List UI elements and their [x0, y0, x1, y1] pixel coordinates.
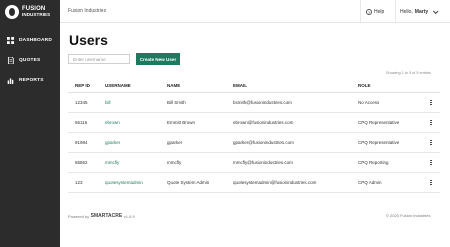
bar-chart-icon [6, 76, 14, 84]
username-link[interactable]: mmcfly [105, 160, 119, 165]
role-cell: CPQ Admin [358, 180, 382, 185]
role-cell: CPQ Reporting [358, 160, 389, 165]
header-name[interactable]: NAME [167, 83, 180, 88]
role-cell: No Access [358, 100, 380, 105]
top-bar: Fusion Industries ? Help Hello, Marty [60, 0, 450, 23]
version-label: v1.0.9 [123, 213, 135, 219]
help-button[interactable]: ? Help [360, 0, 384, 23]
user-menu[interactable]: Hello, Marty [395, 0, 439, 23]
header-email[interactable]: EMAIL [233, 83, 247, 88]
more-options-icon[interactable] [430, 119, 432, 126]
table-row: 85862 mmcfly mmcfly mmcfly@fusionindustr… [68, 153, 440, 173]
footer-powered-by: Powered by SMARTACRE v1.0.9 [68, 213, 135, 219]
sidebar-item-label: QUOTES [19, 57, 41, 63]
copyright: © 2020 Fusion Industries [386, 213, 431, 218]
more-options-icon[interactable] [430, 139, 432, 146]
sidebar-item-quotes[interactable]: QUOTES [0, 50, 60, 70]
more-options-icon[interactable] [430, 99, 432, 106]
more-options-icon[interactable] [430, 159, 432, 166]
email-cell: bsmith@fusionindustries.com [233, 100, 292, 105]
rep-id-cell: 91984 [75, 140, 88, 145]
name-cell: Quote System Admin [167, 180, 210, 185]
table-header: REP ID USERNAME NAME EMAIL ROLE [68, 78, 440, 93]
logo-line2: INDUSTRIES [22, 12, 51, 17]
role-cell: CPQ Representative [358, 140, 400, 145]
sidebar-item-label: REPORTS [19, 77, 44, 83]
table-row: 123 quotesystemadmin Quote System Admin … [68, 173, 440, 193]
document-icon [6, 56, 14, 64]
logo-mark-icon [5, 5, 19, 19]
role-cell: CPQ Representative [358, 120, 400, 125]
user-name: Marty [414, 8, 429, 15]
table-row: 12345 bill Bill Smith bsmith@fusionindus… [68, 93, 440, 113]
rep-id-cell: 85862 [75, 160, 88, 165]
username-link[interactable]: gparker [105, 140, 120, 145]
username-link[interactable]: ebrown [105, 120, 120, 125]
email-cell: ebrown@fusionindustries.com [233, 120, 294, 125]
sidebar-nav: DASHBOARD QUOTES REPORTS [0, 30, 60, 90]
more-options-icon[interactable] [430, 179, 432, 186]
search-input[interactable] [68, 54, 130, 64]
sidebar-item-dashboard[interactable]: DASHBOARD [0, 30, 60, 50]
question-icon: ? [366, 8, 372, 15]
page-title: Users [69, 32, 108, 48]
chevron-down-icon [433, 7, 439, 14]
powered-by-label: Powered by [68, 213, 90, 219]
company-logo[interactable]: FUSION INDUSTRIES [5, 4, 50, 20]
email-cell: quotesystemadmin@fusionindustries.com [233, 180, 317, 185]
header-rep-id[interactable]: REP ID [75, 83, 90, 88]
greeting: Hello, [400, 8, 413, 15]
grid-icon [6, 36, 14, 44]
users-table: REP ID USERNAME NAME EMAIL ROLE 12345 bi… [68, 78, 440, 193]
entries-count: Showing 1 to 5 of 5 entries [386, 71, 431, 75]
create-user-button[interactable]: Create New User [136, 53, 180, 65]
name-cell: Bill Smith [167, 100, 186, 105]
rep-id-cell: 56116 [75, 120, 88, 125]
header-username[interactable]: USERNAME [105, 83, 131, 88]
sidebar-item-reports[interactable]: REPORTS [0, 70, 60, 90]
name-cell: mmcfly [167, 160, 182, 165]
help-label: Help [374, 8, 385, 15]
rep-id-cell: 123 [75, 180, 83, 185]
table-row: 56116 ebrown Emmitt Brown ebrown@fusioni… [68, 113, 440, 133]
username-link[interactable]: quotesystemadmin [105, 180, 143, 185]
company-name: Fusion Industries [68, 8, 107, 14]
sidebar-item-label: DASHBOARD [19, 37, 52, 43]
main-content: Users Create New User Showing 1 to 5 of … [60, 23, 450, 247]
username-link[interactable]: bill [105, 100, 111, 105]
rep-id-cell: 12345 [75, 100, 88, 105]
table-row: 91984 gparker gparker gparker@fusionindu… [68, 133, 440, 153]
name-cell: gparker [167, 140, 183, 145]
header-role[interactable]: ROLE [358, 83, 371, 88]
email-cell: gparker@fusionindustries.com [233, 140, 294, 145]
name-cell: Emmitt Brown [167, 120, 196, 125]
email-cell: mmcfly@fusionindustries.com [233, 160, 293, 165]
smartacre-logo[interactable]: SMARTACRE [91, 213, 123, 219]
sidebar: FUSION INDUSTRIES DASHBOARD QUOTES REPOR… [0, 0, 60, 247]
